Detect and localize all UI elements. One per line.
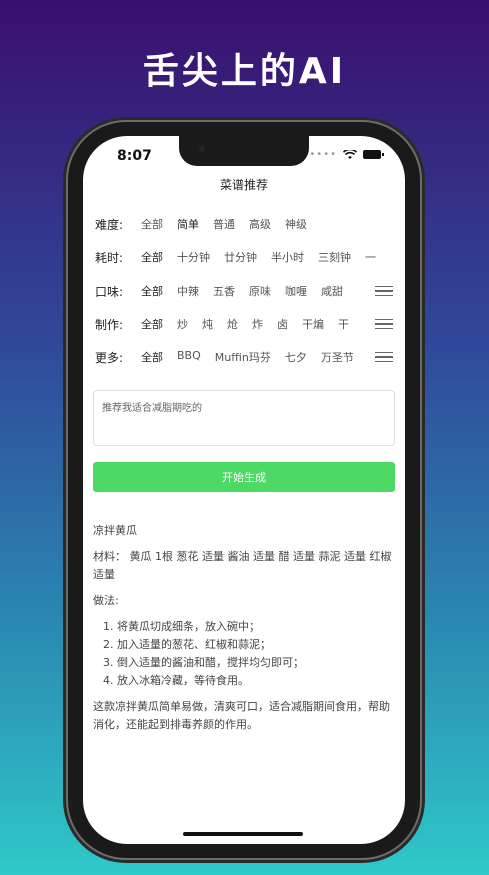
filter-option[interactable]: 全部 xyxy=(141,316,163,332)
filter-label: 口味: xyxy=(95,284,124,299)
filter-options: 全部炒炖炝炸卤干煸干 xyxy=(141,316,371,332)
recipe-summary: 这款凉拌黄瓜简单易做，清爽可口，适合减脂期间食用，帮助消化，还能起到排毒养颜的作… xyxy=(93,700,390,731)
filter-option[interactable]: 全部 xyxy=(141,216,163,232)
menu-icon[interactable] xyxy=(375,285,393,297)
filter-label: 难度: xyxy=(95,217,124,232)
filter-option[interactable]: 原味 xyxy=(249,283,271,299)
menu-icon[interactable] xyxy=(375,318,393,330)
filter-option[interactable]: 全部 xyxy=(141,283,163,299)
filter-label: 更多: xyxy=(95,350,124,365)
filter-option[interactable]: 炸 xyxy=(252,316,263,332)
filter-option[interactable]: 炖 xyxy=(202,316,213,332)
step-item: 将黄瓜切成细条，放入碗中； xyxy=(117,618,395,636)
step-item: 放入冰箱冷藏，等待食用。 xyxy=(117,672,395,690)
app-screen: 8:07 •••• 菜谱推荐 难度: 全部 简单 普通 高级 神级 耗时: 全部 十分钟 廿分钟半… xyxy=(83,136,405,844)
notch xyxy=(179,136,309,166)
recipe-title: 凉拌黄瓜 xyxy=(93,524,137,537)
filter-option[interactable]: 万圣节 xyxy=(321,349,354,365)
filter-label: 制作: xyxy=(95,317,124,332)
filter-row: 更多: 全部 BBQ Muffin玛芬 七夕 万圣节 xyxy=(95,345,393,369)
generate-button[interactable]: 开始生成 xyxy=(93,462,395,492)
filter-row: 耗时: 全部 十分钟 廿分钟 半小时 三刻钟一 xyxy=(95,245,393,269)
filter-options: 全部 十分钟 廿分钟 半小时 三刻钟一 xyxy=(141,249,393,265)
prompt-input[interactable]: 推荐我适合减脂期吃的 xyxy=(93,390,395,446)
filter-option[interactable]: 七夕 xyxy=(285,349,307,365)
step-item: 加入适量的葱花、红椒和蒜泥； xyxy=(117,636,395,654)
filter-option[interactable]: 干煸 xyxy=(302,316,324,332)
filter-row: 制作: 全部炒炖炝炸卤干煸干 xyxy=(95,312,393,336)
step-item: 倒入适量的酱油和醋，搅拌均匀即可； xyxy=(117,654,395,672)
filter-option[interactable]: 全部 xyxy=(141,349,163,365)
filter-option[interactable]: 卤 xyxy=(277,316,288,332)
promo-headline: 舌尖上的AI xyxy=(142,51,347,92)
filter-option[interactable]: BBQ xyxy=(177,349,201,365)
filter-row: 口味: 全部 中辣 五香 原味 咖喱 咸甜 xyxy=(95,279,393,303)
filter-option[interactable]: 普通 xyxy=(213,216,235,232)
filter-option[interactable]: 简单 xyxy=(177,216,199,232)
filter-option[interactable]: 半小时 xyxy=(271,249,304,265)
status-time: 8:07 xyxy=(117,148,152,164)
filter-option[interactable]: 炝 xyxy=(227,316,238,332)
filter-options: 全部 中辣 五香 原味 咖喱 咸甜 xyxy=(141,283,371,299)
filter-options: 全部 BBQ Muffin玛芬 七夕 万圣节 xyxy=(141,349,371,365)
filter-option[interactable]: 一 xyxy=(365,249,376,265)
filter-option[interactable]: 三刻钟 xyxy=(318,249,351,265)
filter-option[interactable]: 五香 xyxy=(213,283,235,299)
filter-option[interactable]: 高级 xyxy=(249,216,271,232)
signal-icon: •••• xyxy=(309,149,337,160)
menu-icon[interactable] xyxy=(375,351,393,363)
filter-label: 耗时: xyxy=(95,250,124,265)
step-list: 将黄瓜切成细条，放入碗中；加入适量的葱花、红椒和蒜泥；倒入适量的酱油和醋，搅拌均… xyxy=(93,618,395,690)
filter-option[interactable]: 廿分钟 xyxy=(224,249,257,265)
status-icons: •••• xyxy=(309,149,384,160)
filter-row: 难度: 全部 简单 普通 高级 神级 xyxy=(95,212,393,236)
filter-option[interactable]: 炒 xyxy=(177,316,188,332)
wifi-icon xyxy=(343,149,357,159)
camera-icon xyxy=(199,146,205,152)
filter-option[interactable]: 咖喱 xyxy=(285,283,307,299)
filter-options: 全部 简单 普通 高级 神级 xyxy=(141,216,393,232)
filter-option[interactable]: 十分钟 xyxy=(177,249,210,265)
filter-option[interactable]: Muffin玛芬 xyxy=(215,349,271,365)
page-title: 菜谱推荐 xyxy=(219,178,268,192)
recipe-result: 凉拌黄瓜 材料： 黄瓜 1根 葱花 适量 酱油 适量 醋 适量 蒜泥 适量 红椒… xyxy=(93,522,395,742)
phone-frame: 8:07 •••• 菜谱推荐 难度: 全部 简单 普通 高级 神级 耗时: 全部 十分钟 廿分钟半… xyxy=(68,122,420,858)
filter-option[interactable]: 中辣 xyxy=(177,283,199,299)
filter-option[interactable]: 神级 xyxy=(285,216,307,232)
filter-option[interactable]: 咸甜 xyxy=(321,283,343,299)
filter-option[interactable]: 干 xyxy=(338,316,349,332)
recipe-materials: 材料： 黄瓜 1根 葱花 适量 酱油 适量 醋 适量 蒜泥 适量 红椒 适量 xyxy=(93,550,392,581)
filter-option[interactable]: 全部 xyxy=(141,249,163,265)
method-label: 做法: xyxy=(93,594,119,607)
battery-icon xyxy=(363,150,384,159)
home-indicator[interactable] xyxy=(183,832,303,836)
